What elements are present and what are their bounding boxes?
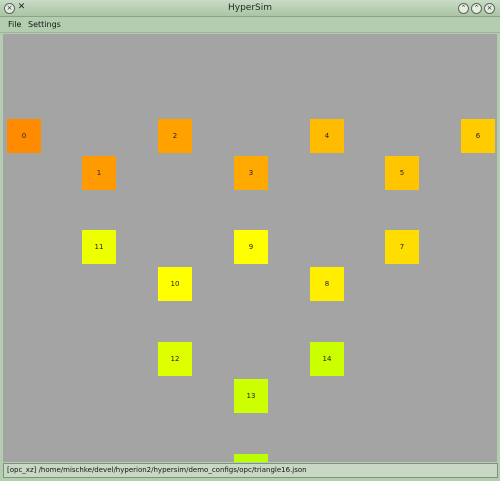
led-6: 6 — [461, 119, 495, 153]
led-0: 0 — [7, 119, 41, 153]
menu-bar: File Settings — [0, 17, 500, 33]
led-7: 7 — [385, 230, 419, 264]
led-12: 12 — [158, 342, 192, 376]
led-5: 5 — [385, 156, 419, 190]
window-title: HyperSim — [227, 3, 273, 13]
led-9: 9 — [234, 230, 268, 264]
led-3: 3 — [234, 156, 268, 190]
led-8: 8 — [310, 267, 344, 301]
menu-settings[interactable]: Settings — [27, 18, 62, 31]
status-text: [opc_xz] /home/mischke/devel/hyperion2/h… — [7, 466, 307, 474]
menu-file[interactable]: File — [7, 18, 22, 31]
led-13: 13 — [234, 379, 268, 413]
led-canvas: 0 1 2 3 4 5 6 7 8 9 10 11 12 13 14 — [3, 34, 497, 462]
led-11: 11 — [82, 230, 116, 264]
status-bar: [opc_xz] /home/mischke/devel/hyperion2/h… — [3, 463, 498, 478]
led-15 — [234, 454, 268, 462]
led-14: 14 — [310, 342, 344, 376]
led-1: 1 — [82, 156, 116, 190]
shade-icon[interactable]: ⌃ — [458, 3, 469, 14]
led-4: 4 — [310, 119, 344, 153]
maximize-icon[interactable]: ⌃ — [471, 3, 482, 14]
led-10: 10 — [158, 267, 192, 301]
led-2: 2 — [158, 119, 192, 153]
close-window-icon[interactable]: × — [484, 3, 495, 14]
title-bar: × ✕ HyperSim ⌃ ⌃ × — [0, 0, 500, 17]
